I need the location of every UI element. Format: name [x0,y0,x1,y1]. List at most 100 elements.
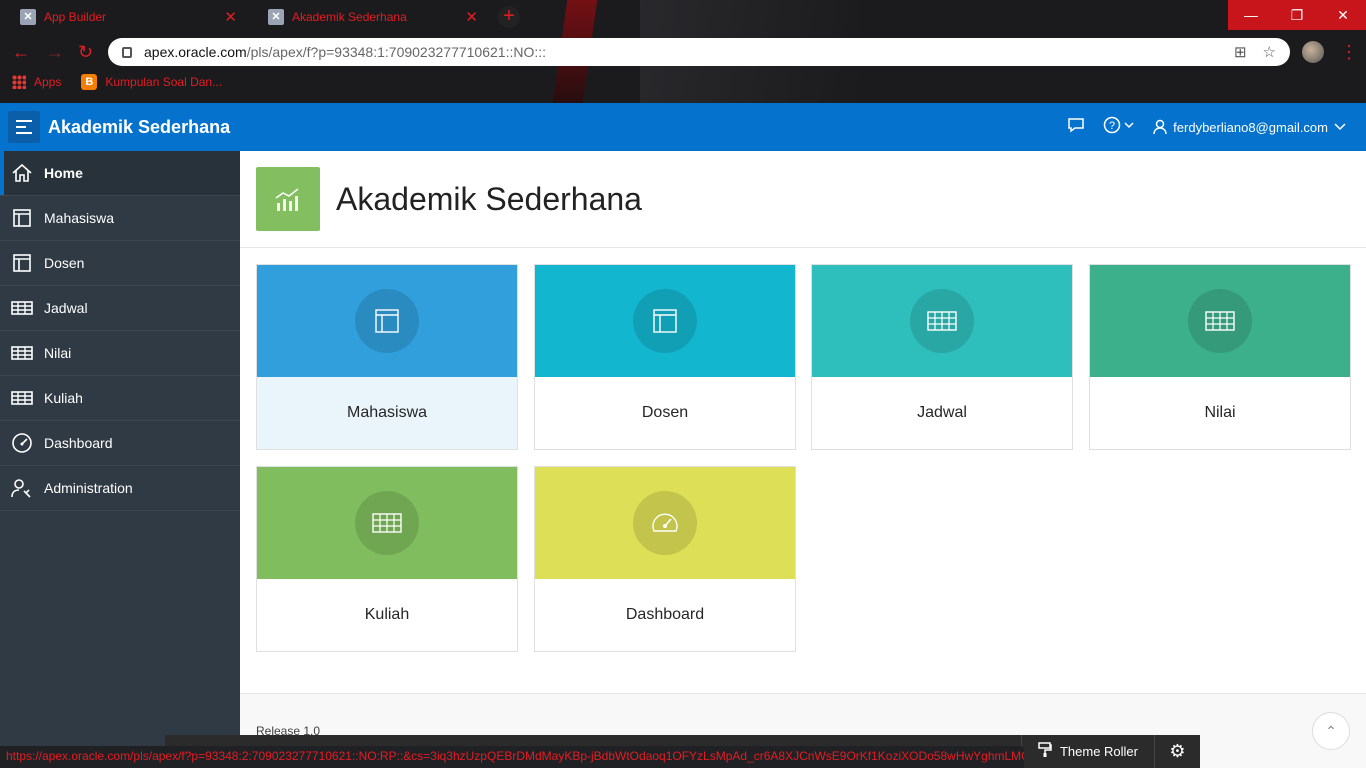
address-bar[interactable]: apex.oracle.com/pls/apex/f?p=93348:1:709… [108,38,1290,66]
card-banner [535,467,795,579]
sidebar-item-label: Jadwal [44,300,88,316]
card-title: Nilai [1204,404,1236,421]
apps-grid-icon [12,75,26,89]
card-banner [1090,265,1350,377]
tab-akademik[interactable]: ✕ Akademik Sederhana ✕ [248,0,488,33]
card-kuliah[interactable]: Kuliah [256,466,518,652]
sidebar-item-jadwal[interactable]: Jadwal [0,286,240,331]
user-email: ferdyberliano8@gmail.com [1173,119,1328,135]
theme-roller-label: Theme Roller [1059,744,1138,759]
new-tab-button[interactable]: + [498,6,520,28]
browser-chrome: ✕ App Builder ✕ ✕ Akademik Sederhana ✕ +… [0,0,1366,103]
table-icon [910,289,974,353]
tab-title: App Builder [44,9,107,24]
bookmarks-bar: Apps B Kumpulan Soal Dan... [12,74,222,90]
hero-region: Akademik Sederhana [240,151,1366,248]
speedometer-icon [0,433,44,453]
card-title: Kuliah [364,606,410,623]
close-tab-icon[interactable]: ✕ [465,8,478,26]
speedometer-icon [633,491,697,555]
lock-icon [122,46,132,58]
bookmark-kumpulan-soal[interactable]: B Kumpulan Soal Dan... [81,74,222,90]
table-icon [1188,289,1252,353]
page-title: Akademik Sederhana [336,180,642,217]
sidebar-item-home[interactable]: Home [0,151,240,196]
table-icon [0,300,44,316]
tab-app-builder[interactable]: ✕ App Builder ✕ [0,0,247,33]
form-icon [0,208,44,228]
bookmark-label: Kumpulan Soal Dan... [105,75,223,89]
sidebar-item-label: Nilai [44,345,72,361]
translate-icon[interactable]: ⊞ [1234,43,1247,61]
card-title: Dashboard [625,606,705,623]
main-content: Akademik Sederhana Mahasiswa Dosen Jadwa… [240,151,1366,768]
status-bar-url: https://apex.oracle.com/pls/apex/f?p=933… [0,746,1024,768]
card-dosen[interactable]: Dosen [534,264,796,450]
scroll-to-top-button[interactable]: ⌃ [1312,712,1350,750]
reload-icon[interactable]: ↻ [78,42,93,63]
browser-menu-icon[interactable]: ⋮ [1340,42,1358,63]
sidebar-item-label: Mahasiswa [44,210,115,226]
chart-up-icon [256,167,320,231]
blogger-icon: B [81,74,98,90]
card-banner [257,265,517,377]
card-dashboard[interactable]: Dashboard [534,466,796,652]
user-wrench-icon [0,478,44,498]
app-header: Akademik Sederhana ? ferdyberliano8@gmai… [0,103,1366,151]
sidebar: Home Mahasiswa Dosen Jadwal Nilai Kuliah [0,151,240,768]
theme-roller-button[interactable]: Theme Roller [1020,735,1154,768]
sidebar-item-dashboard[interactable]: Dashboard [0,421,240,466]
table-icon [0,390,44,406]
close-tab-icon[interactable]: ✕ [224,8,237,26]
card-nilai[interactable]: Nilai [1089,264,1351,450]
card-banner [535,265,795,377]
card-banner [257,467,517,579]
apex-favicon-icon: ✕ [20,8,36,25]
feedback-icon[interactable] [1067,117,1085,138]
app-title[interactable]: Akademik Sederhana [48,117,230,138]
sidebar-item-label: Dosen [44,255,85,271]
gear-icon[interactable]: ⚙ [1154,735,1200,768]
back-icon[interactable]: ← [12,42,30,63]
card-title: Mahasiswa [257,377,517,449]
profile-avatar[interactable] [1302,41,1324,63]
bookmark-star-icon[interactable]: ☆ [1263,43,1276,61]
bookmark-label: Apps [34,75,62,89]
sidebar-item-dosen[interactable]: Dosen [0,241,240,286]
sidebar-item-label: Administration [44,480,133,496]
sidebar-item-label: Home [44,165,83,181]
minimize-button[interactable]: — [1228,0,1274,30]
card-mahasiswa[interactable]: Mahasiswa [256,264,518,450]
sidebar-item-nilai[interactable]: Nilai [0,331,240,376]
table-icon [0,345,44,361]
sidebar-item-administration[interactable]: Administration [0,466,240,511]
form-icon [355,289,419,353]
chevron-down-icon [1334,123,1346,131]
url-host: apex.oracle.com [144,44,247,60]
card-jadwal[interactable]: Jadwal [811,264,1073,450]
card-banner [812,265,1072,377]
restore-button[interactable]: ❐ [1274,0,1320,30]
svg-text:?: ? [1109,120,1115,132]
form-icon [633,289,697,353]
home-icon [0,163,44,183]
user-menu[interactable]: ferdyberliano8@gmail.com [1153,119,1346,135]
forward-icon[interactable]: → [46,42,64,63]
table-icon [355,491,419,555]
sidebar-item-mahasiswa[interactable]: Mahasiswa [0,196,240,241]
user-icon [1153,119,1167,135]
window-close-button[interactable]: ✕ [1320,0,1366,30]
paint-roller-icon [1038,742,1052,761]
apex-favicon-icon: ✕ [268,8,284,25]
sidebar-item-label: Dashboard [44,435,113,451]
sidebar-item-kuliah[interactable]: Kuliah [0,376,240,421]
card-title: Jadwal [917,404,967,421]
bookmark-apps[interactable]: Apps [12,75,61,89]
nav-toggle-button[interactable] [8,111,40,143]
sidebar-item-label: Kuliah [44,390,83,406]
tab-title: Akademik Sederhana [292,9,407,24]
form-icon [0,253,44,273]
url-path: /pls/apex/f?p=93348:1:709023277710621::N… [246,44,547,60]
card-title: Dosen [641,404,689,421]
help-icon[interactable]: ? [1103,116,1135,139]
